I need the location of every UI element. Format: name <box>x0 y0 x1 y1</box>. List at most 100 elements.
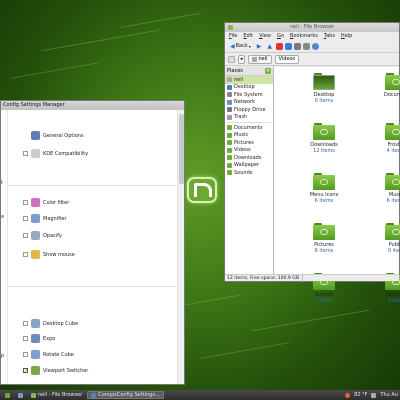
sidebar-item-label: Music <box>234 132 249 139</box>
plugin-label: Magnifier <box>43 215 67 222</box>
linux-mint-logo <box>187 177 217 203</box>
home-icon[interactable] <box>294 42 302 50</box>
plugin-row[interactable]: Show mouse <box>23 250 75 259</box>
back-label: Back <box>235 43 248 49</box>
volume-icon[interactable] <box>371 392 377 398</box>
sidebar-item-label: Pictures <box>234 139 254 146</box>
plugin-row[interactable]: Viewport Switcher <box>23 366 88 375</box>
sidebar-header-label: Places <box>227 68 243 74</box>
plugin-row[interactable]: Expo <box>23 334 55 343</box>
sidebar-item-label: Network <box>234 99 255 106</box>
sidebar-item[interactable]: Network <box>225 99 273 107</box>
folder-item-count: 0 item <box>387 298 400 304</box>
path-button-neil[interactable]: neil <box>247 54 272 64</box>
folder-item[interactable]: Desktop 0 items <box>304 73 344 104</box>
menu-go[interactable]: Go <box>277 33 284 39</box>
plugin-checkbox[interactable] <box>23 252 28 257</box>
up-button[interactable]: ▲ <box>265 42 274 51</box>
folder-icon <box>385 123 400 140</box>
reload-icon[interactable] <box>285 42 293 50</box>
plugin-checkbox[interactable] <box>23 200 28 205</box>
sidebar-item[interactable]: Desktop <box>225 84 273 92</box>
task-compizconfig[interactable]: CompizConfig Settings... <box>87 391 164 399</box>
file-browser-titlebar[interactable]: neil - File Browser <box>225 23 399 32</box>
stop-icon[interactable] <box>276 42 284 50</box>
plugin-checkbox[interactable] <box>23 368 28 373</box>
plugin-icon <box>31 366 40 375</box>
desktop-icon <box>18 392 23 398</box>
close-icon[interactable]: × <box>265 68 271 74</box>
task-file-browser[interactable]: neil - File Browser <box>28 391 85 399</box>
path-button-videos[interactable]: Videos <box>274 54 300 64</box>
folder-icon <box>227 162 232 168</box>
menu-tabs[interactable]: Tabs <box>324 33 335 39</box>
folder-item[interactable]: Frostbi4 items <box>376 123 400 154</box>
folder-name: Documen <box>384 92 400 98</box>
search-icon[interactable] <box>312 42 320 50</box>
menu-help[interactable]: Help <box>341 33 352 39</box>
folder-item[interactable]: Music6 items <box>376 173 400 204</box>
sidebar-item[interactable]: neil <box>225 76 273 84</box>
plugin-checkbox[interactable] <box>23 352 28 357</box>
plugin-label: Show mouse <box>43 251 75 258</box>
folder-item[interactable]: Downloads 12 items <box>304 123 344 154</box>
folder-item-count: 0 item <box>387 248 400 254</box>
sidebar-bookmark[interactable]: Downloads <box>225 154 273 162</box>
edit-location-icon[interactable] <box>228 55 235 63</box>
plugin-row[interactable]: Rotate Cube <box>23 350 74 359</box>
menu-view[interactable]: View <box>259 33 271 39</box>
weather-icon[interactable] <box>345 392 351 398</box>
plugin-icon <box>31 250 40 259</box>
plugin-checkbox[interactable] <box>23 321 28 326</box>
menu-bookmarks[interactable]: Bookmarks <box>290 33 318 39</box>
computer-icon[interactable] <box>303 42 311 50</box>
sidebar-bookmark[interactable]: Sounds <box>225 169 273 177</box>
folder-item[interactable]: Menu Icons 6 items <box>304 173 344 204</box>
mint-menu-icon <box>5 392 10 398</box>
plugin-checkbox[interactable] <box>23 151 28 156</box>
sidebar-bookmark[interactable]: Videos <box>225 147 273 155</box>
file-browser-window: neil - File Browser File Edit View Go Bo… <box>224 22 400 304</box>
plugin-row[interactable]: Color filter <box>23 198 69 207</box>
path-left-arrow[interactable]: ◂ <box>238 54 245 64</box>
clock-text[interactable]: Thu Au <box>380 392 398 398</box>
menu-file[interactable]: File <box>229 33 237 39</box>
path-bar: ◂ neil Videos <box>225 53 399 66</box>
menu-edit[interactable]: Edit <box>243 33 253 39</box>
folder-item[interactable]: Documen <box>376 73 400 98</box>
plugin-checkbox[interactable] <box>23 233 28 238</box>
sidebar-bookmark[interactable]: Wallpaper <box>225 162 273 170</box>
category-label: e <box>1 214 5 220</box>
plugin-row[interactable]: KDE Compatibility <box>23 149 88 158</box>
plugin-icon <box>31 149 40 158</box>
back-button[interactable]: ◀ Back ▾ <box>228 42 253 51</box>
sidebar-bookmark[interactable]: Documents <box>225 124 273 132</box>
plugin-row[interactable]: General Options <box>23 131 84 140</box>
plugin-label: Rotate Cube <box>43 351 74 358</box>
scrollbar-thumb[interactable] <box>179 114 184 184</box>
show-desktop-button[interactable] <box>15 391 26 399</box>
sidebar-item[interactable]: Floppy Drive <box>225 106 273 114</box>
plugin-checkbox[interactable] <box>23 216 28 221</box>
window-title: Config Settings Manager <box>3 102 65 108</box>
sidebar-item[interactable]: Trash <box>225 114 273 122</box>
sidebar-item[interactable]: File System <box>225 91 273 99</box>
compizconfig-titlebar[interactable]: Config Settings Manager <box>1 101 184 110</box>
plugin-row[interactable]: Opacify <box>23 231 62 240</box>
plugin-row[interactable]: Desktop Cube <box>23 319 78 328</box>
sidebar-bookmark[interactable]: Music <box>225 132 273 140</box>
sidebar-header[interactable]: Places × <box>225 67 273 76</box>
path-label: Videos <box>278 56 296 62</box>
forward-button[interactable]: ▶ <box>255 42 264 51</box>
sidebar-bookmark[interactable]: Pictures <box>225 139 273 147</box>
folder-item[interactable]: Pictures 6 items <box>304 223 344 254</box>
plugin-label: Viewport Switcher <box>43 367 89 374</box>
folder-item[interactable]: Public0 item <box>376 223 400 254</box>
scrollbar-track[interactable] <box>177 110 184 384</box>
plugin-checkbox[interactable] <box>23 336 28 341</box>
folder-icon <box>227 125 232 131</box>
plugin-icon <box>31 334 40 343</box>
plugin-row[interactable]: Magnifier <box>23 214 66 223</box>
divider <box>227 122 271 123</box>
menu-button[interactable] <box>2 391 13 399</box>
